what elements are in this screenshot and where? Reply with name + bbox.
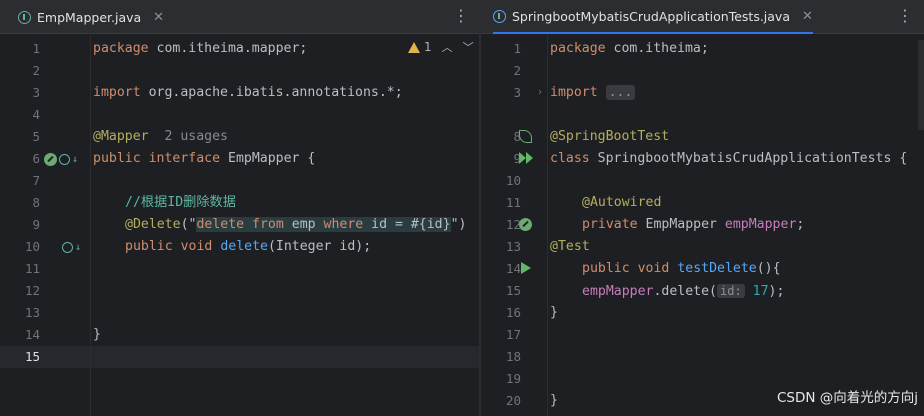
left-editor-pane: EmpMapper.java ✕ ⋮ 1 ︿ ﹀ 1 2 3 4 5 6 7 8… [0, 0, 479, 416]
arrow-down-icon: ↓ [75, 241, 82, 253]
code-line-8[interactable]: //根据ID删除数据 [125, 192, 236, 214]
code-line-1[interactable]: package com.itheima; [550, 38, 709, 60]
usages-hint: 2 usages [164, 129, 228, 144]
line-number: 15 [505, 283, 521, 298]
run-test-icon[interactable] [521, 262, 535, 276]
close-icon[interactable]: ✕ [153, 10, 164, 25]
gutter-separator [547, 35, 548, 416]
left-tab-bar: EmpMapper.java ✕ ⋮ [0, 0, 479, 34]
java-interface-icon [18, 10, 31, 24]
right-editor-pane: SpringbootMybatisCrudApplicationTests.ja… [481, 0, 924, 416]
line-number: 8 [513, 129, 521, 144]
scrollbar[interactable] [918, 40, 924, 130]
code-line-13[interactable]: @Test [550, 236, 590, 258]
line-number: 12 [505, 217, 521, 232]
line-number: 18 [505, 349, 521, 364]
code-line-5[interactable]: @Mapper 2 usages [93, 126, 228, 148]
code-line-3[interactable]: import ... [550, 82, 636, 104]
code-line-12[interactable]: private EmpMapper empMapper; [582, 214, 804, 236]
tab-label: EmpMapper.java [37, 9, 142, 25]
warning-icon [408, 41, 420, 53]
fold-expand-icon[interactable]: › [537, 87, 543, 98]
tab-application-tests[interactable]: SpringbootMybatisCrudApplicationTests.ja… [493, 0, 813, 34]
right-tab-bar: SpringbootMybatisCrudApplicationTests.ja… [481, 0, 924, 34]
code-line-16[interactable]: } [550, 302, 558, 324]
line-number: 16 [505, 305, 521, 320]
warning-count: 1 [424, 40, 432, 54]
more-options-icon[interactable]: ⋮ [453, 8, 469, 26]
line-number: 1 [513, 41, 521, 56]
line-number: 14 [24, 327, 40, 342]
line-number: 8 [32, 195, 40, 210]
line-number: 17 [505, 327, 521, 342]
line-number: 11 [24, 261, 40, 276]
line-number: 20 [505, 393, 521, 408]
line-number: 13 [24, 305, 40, 320]
line-number: 6 [32, 151, 40, 166]
code-line-9[interactable]: class SpringbootMybatisCrudApplicationTe… [550, 148, 907, 170]
line-number: 19 [505, 371, 521, 386]
line-number: 2 [513, 63, 521, 78]
code-line-9[interactable]: @Delete("delete from emp where id = #{id… [125, 214, 466, 236]
gutter-icons-line-6[interactable]: ↓ [44, 152, 78, 166]
code-line-1[interactable]: package com.itheima.mapper; [93, 38, 307, 60]
line-number: 14 [505, 261, 521, 276]
line-number: 10 [24, 239, 40, 254]
implemented-icon[interactable] [62, 241, 73, 253]
code-line-8[interactable]: @SpringBootTest [550, 126, 669, 148]
folded-imports: ... [605, 85, 636, 100]
gutter-separator [90, 35, 91, 416]
code-line-20[interactable]: } [550, 390, 558, 412]
java-class-icon [493, 9, 506, 23]
more-options-icon[interactable]: ⋮ [897, 8, 913, 26]
line-number: 2 [32, 63, 40, 78]
tab-empmapper[interactable]: EmpMapper.java ✕ [18, 0, 164, 34]
line-number: 10 [505, 173, 521, 188]
tab-label: SpringbootMybatisCrudApplicationTests.ja… [512, 8, 790, 24]
autowired-bean-icon[interactable] [519, 218, 533, 232]
chevron-up-icon[interactable]: ︿ [442, 39, 453, 55]
code-line-6[interactable]: public interface EmpMapper { [93, 148, 315, 170]
close-icon[interactable]: ✕ [802, 9, 813, 24]
mybatis-mapper-icon[interactable] [44, 152, 57, 166]
current-line-highlight [0, 346, 479, 368]
line-number: 1 [32, 41, 40, 56]
code-line-15[interactable]: empMapper.delete(id: 17); [582, 280, 784, 302]
chevron-down-icon[interactable]: ﹀ [463, 39, 474, 55]
code-line-3[interactable]: import org.apache.ibatis.annotations.*; [93, 82, 403, 104]
line-number: 3 [32, 85, 40, 100]
line-number: 7 [32, 173, 40, 188]
line-number: 15 [24, 349, 40, 364]
line-number: 4 [32, 107, 40, 122]
line-number: 5 [32, 129, 40, 144]
code-line-14[interactable]: } [93, 324, 101, 346]
line-number: 9 [32, 217, 40, 232]
line-number: 3 [513, 85, 521, 100]
line-number: 11 [505, 195, 521, 210]
line-number: 9 [513, 151, 521, 166]
line-number: 13 [505, 239, 521, 254]
code-line-11[interactable]: @Autowired [582, 192, 661, 214]
parameter-hint: id: [717, 284, 745, 298]
line-number: 12 [24, 283, 40, 298]
spring-bean-icon[interactable] [519, 130, 533, 144]
watermark: CSDN @向着光的方向j [776, 390, 918, 406]
code-line-14[interactable]: public void testDelete(){ [582, 258, 781, 280]
code-line-10[interactable]: public void delete(Integer id); [125, 236, 371, 258]
run-all-tests-icon[interactable] [519, 152, 533, 166]
implemented-icon[interactable] [58, 153, 70, 165]
inspections-widget[interactable]: 1 ︿ ﹀ [408, 39, 474, 55]
gutter-icons-line-10[interactable]: ↓ [62, 240, 82, 254]
arrow-down-icon: ↓ [71, 153, 78, 165]
